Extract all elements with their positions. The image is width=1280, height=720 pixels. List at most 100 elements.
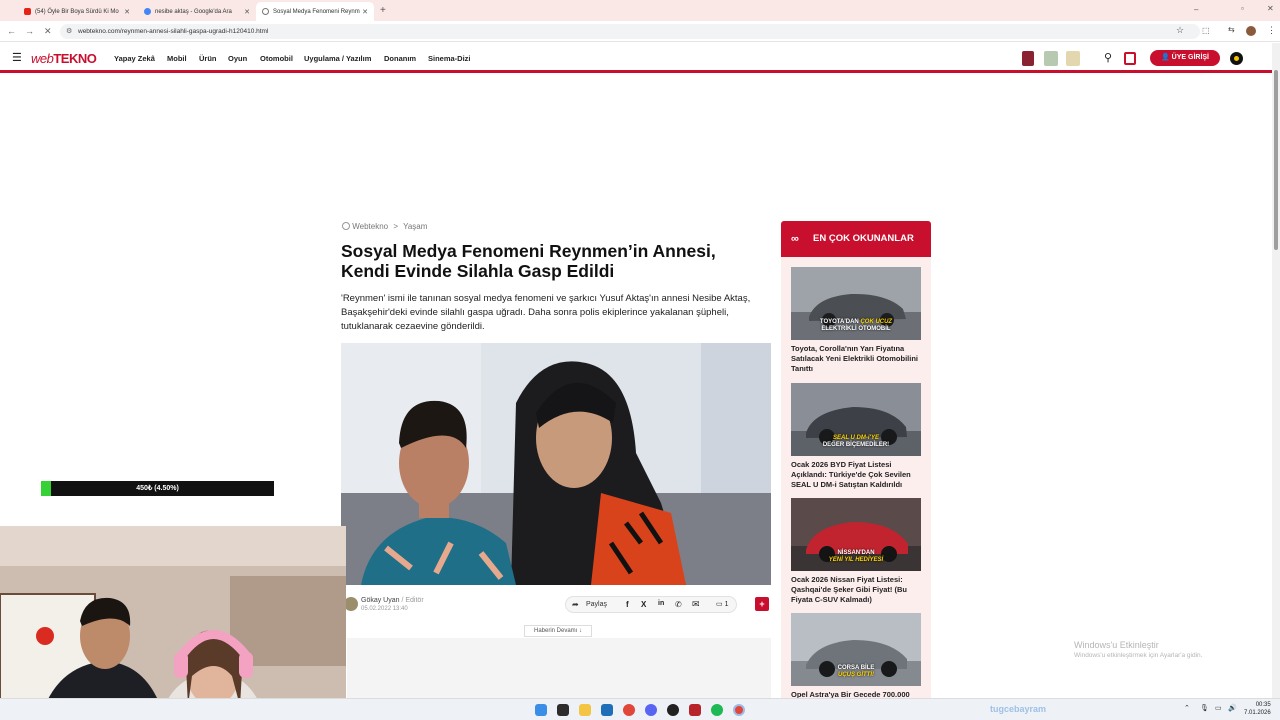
most-read-item[interactable]: SEAL U DM-i'YE DEĞER BİÇEMEDİLER! Ocak 2…: [791, 383, 922, 490]
most-read-item-title[interactable]: Ocak 2026 Nissan Fiyat Listesi: Qashqai'…: [791, 575, 922, 605]
author-avatar[interactable]: [344, 597, 358, 611]
loading-icon: [262, 8, 269, 15]
author-name[interactable]: Gökay Uyan: [361, 597, 400, 604]
caption-highlight: ÇOK UCUZ: [860, 319, 893, 325]
most-read-header: ∞ EN ÇOK OKUNANLAR: [781, 221, 931, 257]
volume-icon[interactable]: 🔊: [1228, 704, 1237, 712]
site-info-icon[interactable]: ⚙: [66, 24, 72, 39]
discord-icon[interactable]: [645, 704, 657, 716]
save-article-icon[interactable]: +: [755, 597, 769, 611]
promo-icon-2[interactable]: [1044, 51, 1058, 66]
article-thumbnail[interactable]: NİSSAN'DAN YENİ YIL HEDİYESİ: [791, 498, 921, 571]
article-thumbnail[interactable]: TOYOTA'DAN ÇOK UCUZ ELEKTRİKLİ OTOMOBİL: [791, 267, 921, 340]
system-clock[interactable]: 00:35 7.01.2026: [1244, 701, 1271, 717]
comment-count: 1: [724, 601, 729, 608]
most-read-title: EN ÇOK OKUNANLAR: [813, 233, 914, 244]
most-read-item[interactable]: CORSA BİLE UÇUŞ GİTTİ! Opel Astra'ya Bir…: [791, 613, 922, 700]
chrome-icon[interactable]: [623, 704, 635, 716]
chrome-active-icon[interactable]: [733, 704, 745, 716]
logo-tekno: TEKNO: [53, 51, 97, 66]
forward-icon[interactable]: →: [25, 26, 34, 36]
most-read-item[interactable]: NİSSAN'DAN YENİ YIL HEDİYESİ Ocak 2026 N…: [791, 498, 922, 605]
caption-part: CORSA BİLE: [837, 665, 875, 671]
close-icon[interactable]: ✕: [362, 8, 368, 16]
share-label[interactable]: Paylaş: [586, 601, 607, 608]
nav-mobil[interactable]: Mobil: [167, 54, 187, 63]
most-read-item[interactable]: TOYOTA'DAN ÇOK UCUZ ELEKTRİKLİ OTOMOBİL …: [791, 267, 922, 374]
article-hero-image: [341, 343, 771, 585]
back-icon[interactable]: ←: [7, 26, 16, 36]
article-thumbnail[interactable]: CORSA BİLE UÇUŞ GİTTİ!: [791, 613, 921, 686]
maximize-icon[interactable]: ▫: [1241, 4, 1244, 13]
url-field[interactable]: ⚙ webtekno.com/reynmen-annesi-silahli-ga…: [60, 24, 1200, 39]
article-thumbnail[interactable]: SEAL U DM-i'YE DEĞER BİÇEMEDİLER!: [791, 383, 921, 456]
comment-count-button[interactable]: ▭ 1: [716, 600, 728, 608]
stop-icon[interactable]: ✕: [44, 26, 52, 37]
nav-donanim[interactable]: Donanım: [384, 54, 416, 63]
browser-tab-bar: (54) Öyle Bir Boya Sürdü Ki Mo ✕ nesibe …: [0, 0, 1280, 21]
facebook-icon[interactable]: f: [626, 600, 629, 609]
window-close-icon[interactable]: ✕: [1267, 4, 1274, 13]
nav-uygulama[interactable]: Uygulama / Yazılım: [304, 54, 371, 63]
nav-yapay-zeka[interactable]: Yapay Zekâ: [114, 54, 155, 63]
login-button[interactable]: 👤 ÜYE GİRİŞİ: [1150, 50, 1220, 66]
nav-oyun[interactable]: Oyun: [228, 54, 247, 63]
theme-toggle-icon[interactable]: [1230, 52, 1243, 65]
close-icon[interactable]: ✕: [244, 8, 250, 16]
site-logo[interactable]: webTEKNO: [31, 51, 97, 66]
scrollbar-thumb[interactable]: [1274, 70, 1278, 250]
mic-icon[interactable]: 🎙: [1200, 704, 1209, 712]
obs-icon[interactable]: [667, 704, 679, 716]
store-icon[interactable]: [601, 704, 613, 716]
promo-icon-1[interactable]: [1022, 51, 1034, 66]
tab-webtekno[interactable]: Sosyal Medya Fenomeni Reynm ✕: [256, 2, 374, 21]
file-explorer-icon[interactable]: [579, 704, 591, 716]
breadcrumb-category[interactable]: Yaşam: [403, 222, 427, 231]
login-label: ÜYE GİRİŞİ: [1171, 54, 1209, 61]
promo-icon-3[interactable]: [1066, 51, 1080, 66]
linkedin-icon[interactable]: in: [658, 600, 664, 607]
task-view-icon[interactable]: [557, 704, 569, 716]
spotify-icon[interactable]: [711, 704, 723, 716]
nav-otomobil[interactable]: Otomobil: [260, 54, 293, 63]
bookmark-star-icon[interactable]: ☆: [1176, 25, 1184, 36]
network-icon[interactable]: ▭: [1215, 704, 1222, 712]
nav-sinema-dizi[interactable]: Sinema-Dizi: [428, 54, 471, 63]
publish-date: 05.02.2022 13:40: [361, 606, 408, 612]
nav-urun[interactable]: Ürün: [199, 54, 217, 63]
x-twitter-icon[interactable]: X: [641, 600, 646, 609]
activation-title: Windows'u Etkinleştir: [1074, 640, 1159, 650]
thumbnail-caption: TOYOTA'DAN ÇOK UCUZ ELEKTRİKLİ OTOMOBİL: [791, 319, 921, 333]
bookmarks-icon[interactable]: [1124, 52, 1136, 65]
whatsapp-icon[interactable]: ✆: [675, 600, 682, 609]
address-bar-row: ← → ✕ ⚙ webtekno.com/reynmen-annesi-sila…: [0, 21, 1280, 42]
hamburger-icon[interactable]: ☰: [12, 51, 22, 64]
most-read-item-title[interactable]: Toyota, Corolla'nın Yarı Fiyatına Satıla…: [791, 344, 922, 374]
close-icon[interactable]: ✕: [124, 8, 130, 16]
tab-label: nesibe aktaş - Google'da Ara: [155, 8, 232, 15]
avatar[interactable]: [1246, 26, 1256, 36]
read-more-button[interactable]: Haberin Devamı ↓: [524, 625, 592, 637]
profile-switch-icon[interactable]: ⇆: [1228, 25, 1235, 34]
author-row: Gökay Uyan / Editör 05.02.2022 13:40 ➦ P…: [341, 594, 771, 616]
caption-part: NİSSAN'DAN: [837, 550, 875, 556]
share-icon[interactable]: ➦: [572, 600, 579, 609]
breadcrumb-site[interactable]: Webtekno: [352, 222, 388, 231]
most-read-item-title[interactable]: Ocak 2026 BYD Fiyat Listesi Açıklandı: T…: [791, 460, 922, 490]
menu-kebab-icon[interactable]: ⋮: [1267, 25, 1276, 36]
google-icon: [144, 8, 151, 15]
tray-chevron-icon[interactable]: ⌃: [1184, 704, 1190, 712]
hero-photo-illustration: [341, 343, 771, 585]
tab-youtube[interactable]: (54) Öyle Bir Boya Sürdü Ki Mo ✕: [18, 2, 136, 21]
streamer-name: tugcebayram: [990, 704, 1047, 714]
youtube-icon: [24, 8, 31, 15]
windows-start-icon[interactable]: [535, 704, 547, 716]
tab-google[interactable]: nesibe aktaş - Google'da Ara ✕: [138, 2, 256, 21]
search-icon[interactable]: ⚲: [1104, 51, 1112, 64]
new-tab-icon[interactable]: +: [380, 5, 386, 16]
minimize-icon[interactable]: –: [1194, 5, 1198, 14]
extensions-icon[interactable]: ⬚: [1202, 26, 1210, 35]
email-icon[interactable]: ✉: [692, 599, 700, 610]
tab-label: Sosyal Medya Fenomeni Reynm: [273, 8, 360, 15]
app-icon[interactable]: [689, 704, 701, 716]
